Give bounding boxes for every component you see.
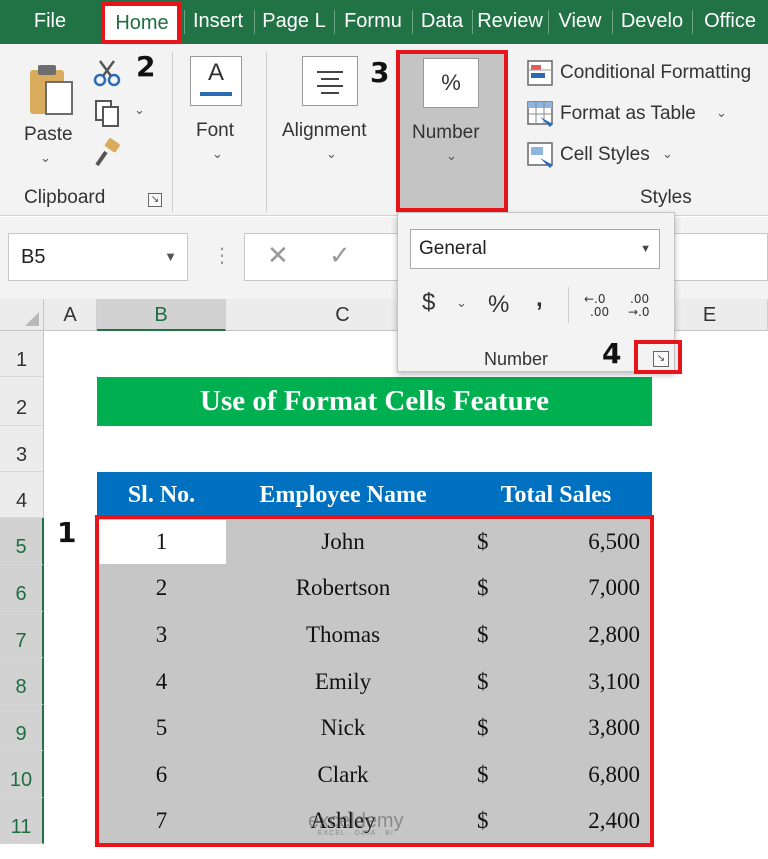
font-icon: A xyxy=(190,56,242,106)
row-header-7[interactable]: 7 xyxy=(0,612,44,658)
cell-styles-label: Cell Styles xyxy=(560,144,650,165)
header-sl-no[interactable]: Sl. No. xyxy=(97,472,226,518)
paste-button[interactable]: Paste ⌄ xyxy=(18,58,82,188)
group-separator xyxy=(172,52,173,212)
styles-group-label: Styles xyxy=(640,187,692,208)
decrease-decimal-button[interactable]: .00 →.0 xyxy=(626,291,656,321)
currency-format-button[interactable]: $ xyxy=(422,289,435,317)
sheet-title-cell[interactable]: Use of Format Cells Feature xyxy=(97,377,652,426)
header-total-sales[interactable]: Total Sales xyxy=(460,472,652,518)
conditional-formatting-label: Conditional Formatting xyxy=(560,62,752,83)
paste-icon xyxy=(30,65,73,115)
cancel-icon[interactable]: ✕ xyxy=(267,240,289,271)
group-separator xyxy=(266,52,267,212)
decrease-decimal-icon-bottom: →.0 xyxy=(628,305,650,319)
comma-style-button[interactable]: , xyxy=(536,285,543,313)
chevron-down-icon: ⌄ xyxy=(716,105,727,120)
column-header-a[interactable]: A xyxy=(44,299,97,331)
chevron-down-icon: ⌄ xyxy=(662,146,673,161)
percent-style-button[interactable]: % xyxy=(488,291,509,319)
chevron-down-icon[interactable]: ▼ xyxy=(164,234,177,280)
annotation-3: 3 xyxy=(370,56,390,89)
selection-highlight xyxy=(95,515,654,847)
row-header-1[interactable]: 1 xyxy=(0,331,44,377)
home-tab-highlight xyxy=(101,2,181,44)
chevron-down-icon[interactable]: ⌄ xyxy=(456,295,467,311)
row-header-4[interactable]: 4 xyxy=(0,472,44,518)
select-all-corner[interactable] xyxy=(0,299,44,331)
row-header-3[interactable]: 3 xyxy=(0,426,44,472)
number-format-value: General xyxy=(419,238,487,259)
paste-label: Paste xyxy=(24,124,73,145)
table-header-row: Sl. No. Employee Name Total Sales xyxy=(97,472,652,518)
increase-decimal-icon-bottom: .00 xyxy=(590,305,610,319)
tab-page-layout[interactable]: Page L xyxy=(254,0,334,44)
ribbon-home: Paste ⌄ ⌄ 2 Clipboard ↘ A Font ⌄ Alignme… xyxy=(0,44,768,216)
tab-formulas[interactable]: Formu xyxy=(334,0,412,44)
row-header-11[interactable]: 11 xyxy=(0,798,44,844)
number-format-select[interactable]: General ▼ xyxy=(410,229,660,269)
format-as-table-button[interactable]: Format as Table ⌄ xyxy=(524,99,744,133)
launcher-highlight xyxy=(634,340,682,374)
conditional-formatting-icon xyxy=(527,60,553,86)
decrease-decimal-icon: .00 xyxy=(630,292,650,306)
row-header-10[interactable]: 10 xyxy=(0,751,44,798)
increase-decimal-button[interactable]: ←.0 .00 xyxy=(582,291,612,321)
column-header-b[interactable]: B xyxy=(97,299,226,331)
enter-icon[interactable]: ✓ xyxy=(329,240,351,271)
row-header-6[interactable]: 6 xyxy=(0,565,44,612)
chevron-down-icon[interactable]: ▼ xyxy=(640,230,651,268)
font-button[interactable]: A Font ⌄ xyxy=(184,54,254,174)
cell-styles-icon xyxy=(527,142,553,168)
tab-review[interactable]: Review xyxy=(472,0,548,44)
font-label: Font xyxy=(196,120,235,141)
row-header-5[interactable]: 5 xyxy=(0,518,44,565)
tab-office[interactable]: Office xyxy=(692,0,768,44)
cell-styles-button[interactable]: Cell Styles ⌄ xyxy=(524,140,694,174)
tab-file[interactable]: File xyxy=(0,0,100,44)
copy-icon xyxy=(95,100,119,127)
annotation-4: 4 xyxy=(602,337,622,370)
row-header-2[interactable]: 2 xyxy=(0,377,44,426)
clipboard-group-label: Clipboard xyxy=(24,187,106,208)
increase-decimal-icon: ←.0 xyxy=(584,292,606,306)
format-painter-button[interactable] xyxy=(92,138,126,168)
tab-insert[interactable]: Insert xyxy=(184,0,252,44)
annotation-1: 1 xyxy=(57,516,77,549)
chevron-down-icon: ⌄ xyxy=(134,102,145,117)
alignment-label: Alignment xyxy=(282,120,367,141)
tab-view[interactable]: View xyxy=(548,0,612,44)
cut-button[interactable] xyxy=(92,58,126,88)
row-header-8[interactable]: 8 xyxy=(0,658,44,705)
number-group-label: Number xyxy=(484,349,549,369)
name-box[interactable]: B5 ▼ xyxy=(8,233,188,281)
align-icon xyxy=(302,56,358,106)
conditional-formatting-button[interactable]: Conditional Formatting xyxy=(524,58,768,92)
clipboard-launcher-icon[interactable]: ↘ xyxy=(148,193,162,207)
format-as-table-label: Format as Table xyxy=(560,103,696,124)
tab-developer[interactable]: Develo xyxy=(612,0,692,44)
name-box-value: B5 xyxy=(21,246,46,268)
header-employee-name[interactable]: Employee Name xyxy=(226,472,460,518)
format-painter-icon xyxy=(95,138,120,167)
drag-handle-icon[interactable]: ⋮ xyxy=(212,243,232,268)
scissors-icon xyxy=(93,60,121,87)
group-separator xyxy=(568,287,569,323)
tab-data[interactable]: Data xyxy=(412,0,472,44)
row-header-9[interactable]: 9 xyxy=(0,705,44,751)
number-button-highlight xyxy=(396,50,508,212)
annotation-2: 2 xyxy=(136,50,156,83)
chevron-down-icon: ⌄ xyxy=(326,146,337,161)
chevron-down-icon: ⌄ xyxy=(212,146,223,161)
format-as-table-icon xyxy=(527,101,553,127)
copy-button[interactable]: ⌄ xyxy=(92,98,148,128)
chevron-down-icon: ⌄ xyxy=(40,150,51,165)
